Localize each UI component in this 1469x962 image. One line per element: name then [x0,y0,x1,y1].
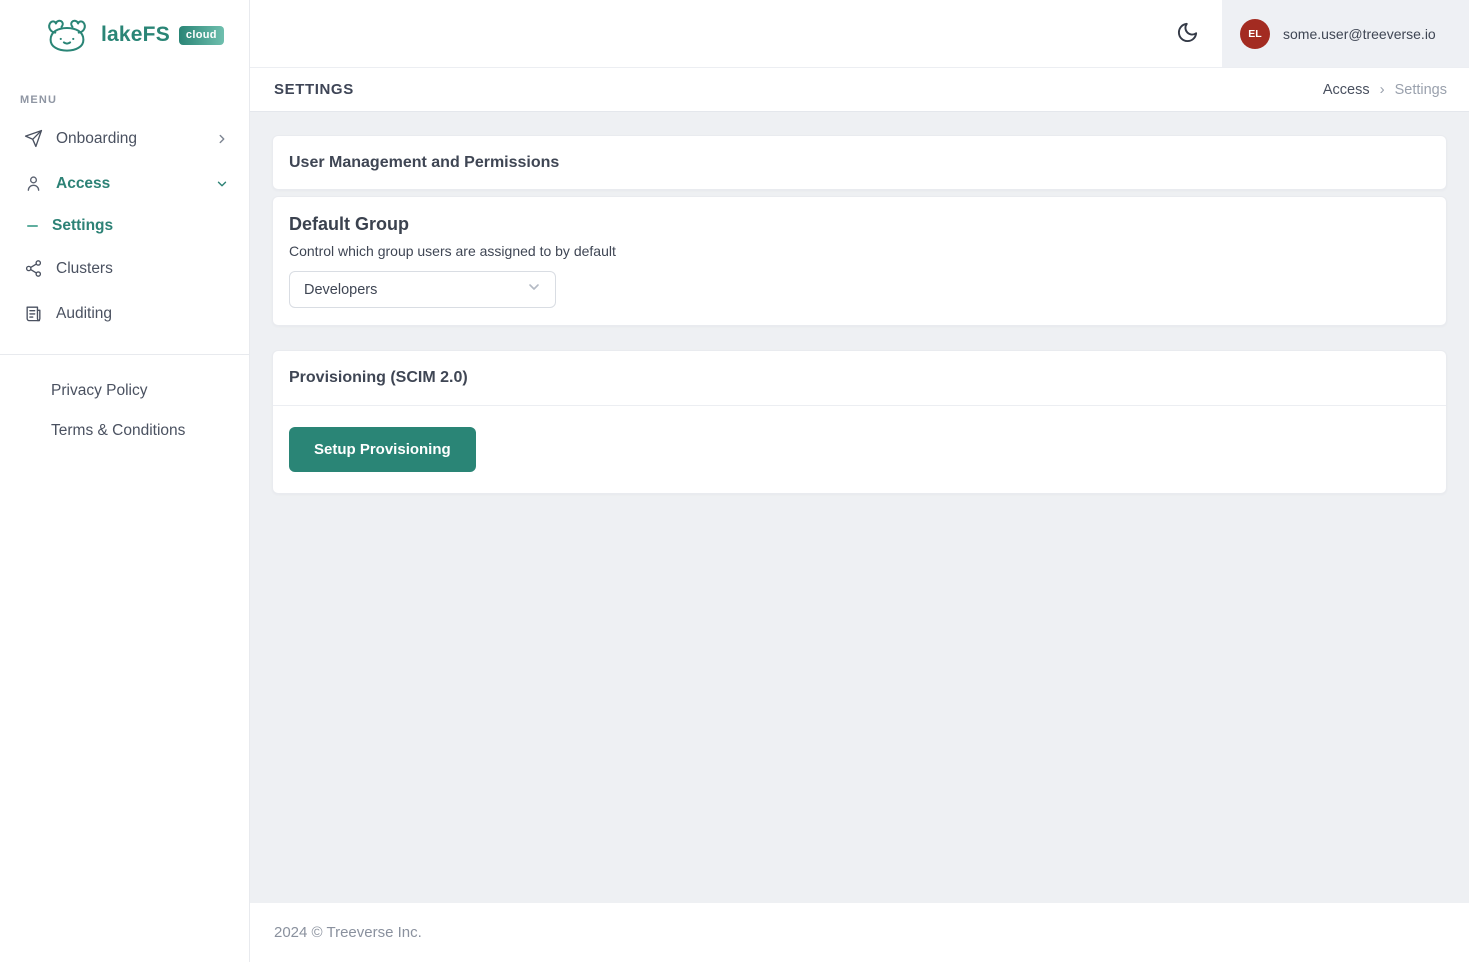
user-menu[interactable]: EL some.user@treeverse.io [1222,0,1469,67]
avatar: EL [1240,18,1270,49]
sidebar-item-label: Onboarding [56,129,138,147]
content-area: User Management and Permissions Default … [250,112,1469,903]
dark-mode-toggle[interactable] [1176,0,1199,67]
sidebar-item-label: Settings [52,217,114,234]
chevron-right-icon [215,132,229,146]
default-group-card: Default Group Control which group users … [272,196,1447,326]
chevron-down-icon [215,177,229,191]
setup-provisioning-button[interactable]: Setup Provisioning [289,427,476,472]
chevron-down-icon [526,279,542,300]
dash-icon [27,224,38,228]
sidebar-item-label: Auditing [56,304,113,322]
user-management-card: User Management and Permissions [272,135,1447,190]
app-window: lakeFS cloud MENU Onboarding Access Sett… [0,0,1469,962]
main-column: EL some.user@treeverse.io SETTINGS Acces… [250,0,1469,962]
sidebar-item-label: Clusters [56,259,113,277]
page-title: SETTINGS [274,81,354,98]
provisioning-card: Provisioning (SCIM 2.0) Setup Provisioni… [272,350,1447,494]
sidebar-nav: Onboarding Access Settings Clusters Audi… [0,116,249,336]
user-icon [24,174,43,193]
brand-name: lakeFS [101,23,170,46]
sidebar-item-access[interactable]: Access [0,161,249,206]
send-icon [24,129,43,148]
user-email: some.user@treeverse.io [1283,25,1436,42]
sidebar-item-onboarding[interactable]: Onboarding [0,116,249,161]
top-bar: EL some.user@treeverse.io [250,0,1469,68]
breadcrumb-separator-icon: › [1379,81,1385,98]
breadcrumb-current: Settings [1394,81,1447,98]
page-header: SETTINGS Access › Settings [250,68,1469,112]
axolotl-logo-icon [42,16,92,54]
terms-conditions-link[interactable]: Terms & Conditions [0,411,249,451]
default-group-description: Control which group users are assigned t… [289,243,616,259]
sidebar-item-settings[interactable]: Settings [0,206,249,246]
network-icon [24,259,43,278]
menu-section-label: MENU [20,94,58,106]
default-group-select[interactable]: Developers [289,271,556,308]
provisioning-body: Setup Provisioning [273,406,1446,493]
lakefs-logo[interactable]: lakeFS cloud [0,0,249,68]
user-management-title: User Management and Permissions [289,153,560,171]
sidebar-divider [0,354,249,355]
breadcrumb: Access › Settings [1323,81,1447,98]
sidebar-item-auditing[interactable]: Auditing [0,291,249,336]
moon-icon [1176,21,1199,47]
copyright-text: 2024 © Treeverse Inc. [274,924,422,941]
breadcrumb-access-link[interactable]: Access [1323,82,1370,98]
sidebar-item-clusters[interactable]: Clusters [0,246,249,291]
default-group-title: Default Group [289,214,409,234]
page-footer: 2024 © Treeverse Inc. [250,903,1469,962]
default-group-selected-value: Developers [304,281,378,298]
sidebar: lakeFS cloud MENU Onboarding Access Sett… [0,0,250,962]
sidebar-item-label: Access [56,174,111,192]
newspaper-icon [24,304,43,323]
cloud-badge: cloud [178,25,224,45]
provisioning-title: Provisioning (SCIM 2.0) [273,351,1446,406]
privacy-policy-link[interactable]: Privacy Policy [0,371,249,411]
sidebar-footer-links: Privacy Policy Terms & Conditions [0,371,249,451]
